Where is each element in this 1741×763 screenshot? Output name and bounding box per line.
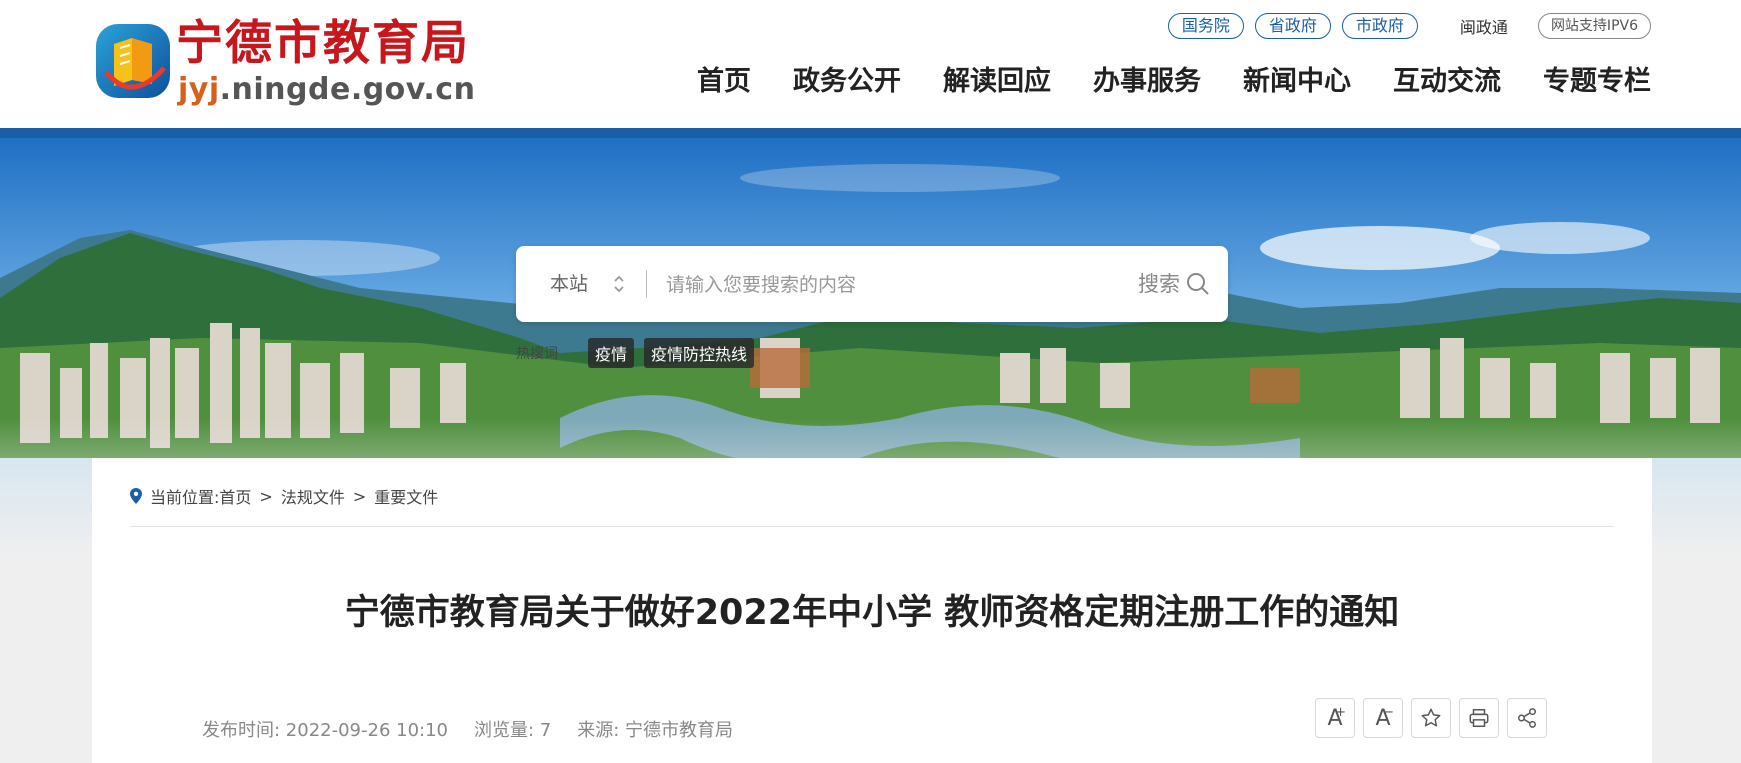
publish-time: 发布时间: 2022-09-26 10:10 bbox=[202, 720, 448, 741]
search-input[interactable] bbox=[664, 264, 1148, 306]
font-increase-button[interactable]: A + bbox=[1315, 698, 1355, 738]
search-scope-select[interactable]: 本站 bbox=[550, 246, 588, 322]
breadcrumb-home[interactable]: 首页 bbox=[219, 484, 251, 508]
hot-search: 热搜词 疫情 疫情防控热线 bbox=[516, 338, 764, 368]
nav-news[interactable]: 新闻中心 bbox=[1243, 62, 1351, 102]
hot-tag[interactable]: 疫情防控热线 bbox=[644, 338, 755, 368]
hot-search-label: 热搜词 bbox=[516, 346, 558, 362]
font-decrease-button[interactable]: A − bbox=[1363, 698, 1403, 738]
search-button-label: 搜索 bbox=[1138, 272, 1180, 296]
star-icon bbox=[1421, 708, 1441, 727]
header-divider bbox=[0, 128, 1741, 138]
scope-arrows-icon[interactable] bbox=[612, 270, 626, 298]
article-title: 宁德市教育局关于做好2022年中小学 教师资格定期注册工作的通知 bbox=[344, 593, 1400, 633]
ipv6-badge: 网站支持IPV6 bbox=[1537, 13, 1651, 39]
top-links: 国务院 省政府 市政府 闽政通 网站支持IPV6 bbox=[1157, 13, 1651, 39]
search-icon bbox=[1187, 273, 1209, 295]
share-button[interactable] bbox=[1507, 698, 1547, 738]
hot-tag[interactable]: 疫情 bbox=[588, 338, 635, 368]
printer-icon bbox=[1469, 709, 1489, 727]
print-button[interactable] bbox=[1459, 698, 1499, 738]
nav-interpretation[interactable]: 解读回应 bbox=[943, 62, 1051, 102]
article-card: 当前位置: 首页 > 法规文件 > 重要文件 宁德市教育局关于做好2022年中小… bbox=[92, 458, 1652, 763]
nav-gov-affairs[interactable]: 政务公开 bbox=[793, 62, 901, 102]
article-tools: A + A − bbox=[1315, 698, 1555, 738]
main-nav: 首页 政务公开 解读回应 办事服务 新闻中心 互动交流 专题专栏 bbox=[655, 62, 1651, 102]
site-logo[interactable]: 宁德市教育局 jyj.ningde.gov.cn bbox=[92, 14, 492, 107]
site-header: 宁德市教育局 jyj.ningde.gov.cn 国务院 省政府 市政府 闽政通… bbox=[0, 0, 1741, 128]
breadcrumb-divider bbox=[130, 526, 1614, 527]
logo-emblem-icon bbox=[96, 24, 170, 98]
location-pin-icon bbox=[130, 488, 142, 504]
site-url: jyj.ningde.gov.cn bbox=[178, 72, 476, 107]
link-province-gov[interactable]: 省政府 bbox=[1254, 13, 1331, 39]
breadcrumb-label: 当前位置: bbox=[150, 488, 220, 507]
favorite-button[interactable] bbox=[1411, 698, 1451, 738]
nav-topics[interactable]: 专题专栏 bbox=[1543, 62, 1651, 102]
link-minzhengtong[interactable]: 闽政通 bbox=[1460, 14, 1508, 38]
share-icon bbox=[1518, 708, 1536, 728]
search-button[interactable]: 搜索 bbox=[1138, 246, 1210, 322]
breadcrumb-important-docs[interactable]: 重要文件 bbox=[374, 484, 438, 508]
nav-interaction[interactable]: 互动交流 bbox=[1393, 62, 1501, 102]
breadcrumb: 当前位置: 首页 > 法规文件 > 重要文件 bbox=[130, 484, 438, 508]
article-source: 来源: 宁德市教育局 bbox=[577, 720, 734, 741]
breadcrumb-regulations[interactable]: 法规文件 bbox=[281, 484, 345, 508]
link-city-gov[interactable]: 市政府 bbox=[1341, 13, 1418, 39]
nav-services[interactable]: 办事服务 bbox=[1093, 62, 1201, 102]
link-state-council[interactable]: 国务院 bbox=[1167, 13, 1244, 39]
breadcrumb-separator: > bbox=[259, 486, 273, 506]
nav-home[interactable]: 首页 bbox=[697, 62, 751, 102]
search-divider bbox=[646, 270, 647, 298]
article-meta: 发布时间: 2022-09-26 10:10 浏览量: 7 来源: 宁德市教育局 bbox=[202, 716, 759, 742]
breadcrumb-separator: > bbox=[352, 486, 367, 506]
search-box: 本站 搜索 bbox=[516, 246, 1228, 322]
site-title: 宁德市教育局 bbox=[176, 16, 470, 71]
view-count: 浏览量: 7 bbox=[474, 720, 552, 741]
